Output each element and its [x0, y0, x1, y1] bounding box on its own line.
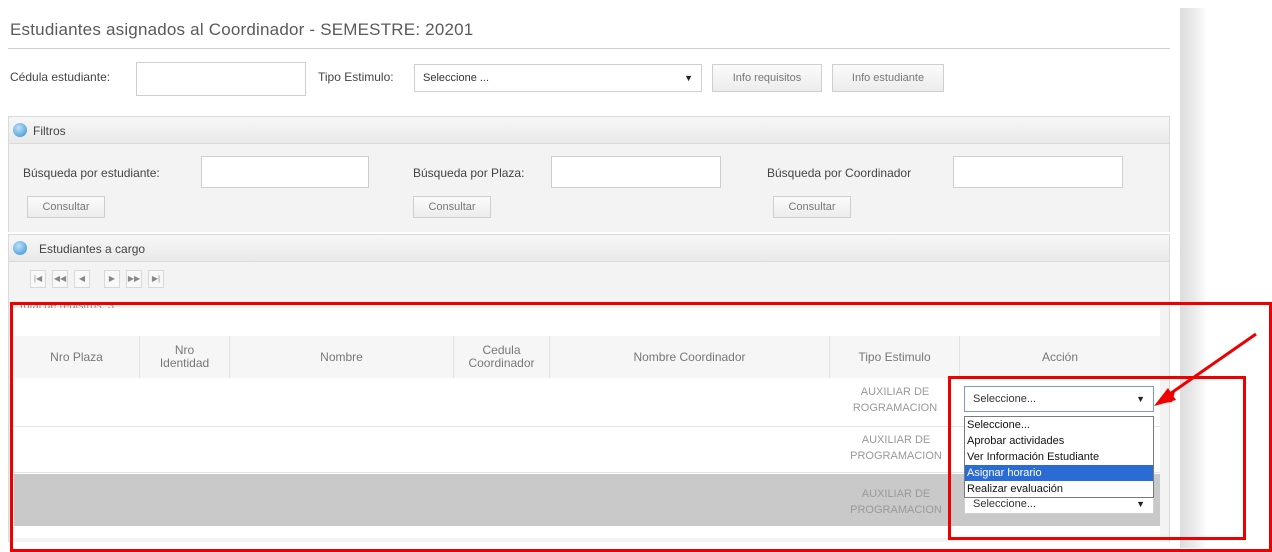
tipo-estimulo-value: Seleccione ... — [423, 72, 490, 84]
estudiantes-title: Estudiantes a cargo — [39, 242, 146, 256]
busqueda-plaza-label: Búsqueda por Plaza: — [413, 166, 525, 180]
expand-icon — [13, 123, 27, 137]
page-title: Estudiantes asignados al Coordinador - S… — [10, 20, 474, 39]
info-estudiante-button[interactable]: Info estudiante — [832, 64, 944, 92]
cedula-input[interactable] — [136, 62, 306, 96]
tipo-estimulo-label: Tipo Estimulo: — [318, 70, 394, 84]
next-page-icon[interactable]: ▶ — [104, 270, 120, 288]
consultar-estudiante-button[interactable]: Consultar — [27, 196, 105, 218]
chevron-down-icon: ▼ — [684, 73, 693, 83]
tipo-estimulo-select[interactable]: Seleccione ... ▼ — [414, 64, 702, 92]
last-page-icon[interactable]: ▶| — [148, 270, 164, 288]
next-fast-icon[interactable]: ▶▶ — [126, 270, 142, 288]
busqueda-estudiante-input[interactable] — [201, 156, 369, 188]
arrow-icon — [1154, 332, 1257, 406]
first-page-icon[interactable]: |◀ — [30, 270, 46, 288]
prev-page-icon[interactable]: ◀ — [74, 270, 90, 288]
busqueda-coordinador-input[interactable] — [953, 156, 1123, 188]
busqueda-estudiante-label: Búsqueda por estudiante: — [23, 166, 160, 180]
busqueda-coordinador-label: Búsqueda por Coordinador — [767, 166, 912, 180]
filtros-title: Filtros — [33, 124, 66, 138]
title-divider — [8, 48, 1170, 49]
collapse-icon — [13, 241, 27, 255]
filtros-body: Búsqueda por estudiante: Búsqueda por Pl… — [8, 144, 1170, 232]
prev-fast-icon[interactable]: ◀◀ — [52, 270, 68, 288]
busqueda-plaza-input[interactable] — [551, 156, 721, 188]
estudiantes-header[interactable]: Estudiantes a cargo — [8, 234, 1170, 262]
consultar-coordinador-button[interactable]: Consultar — [773, 196, 851, 218]
filtros-header[interactable]: Filtros — [8, 116, 1170, 144]
cedula-label: Cédula estudiante: — [10, 70, 111, 84]
info-requisitos-button[interactable]: Info requisitos — [712, 64, 822, 92]
consultar-plaza-button[interactable]: Consultar — [413, 196, 491, 218]
